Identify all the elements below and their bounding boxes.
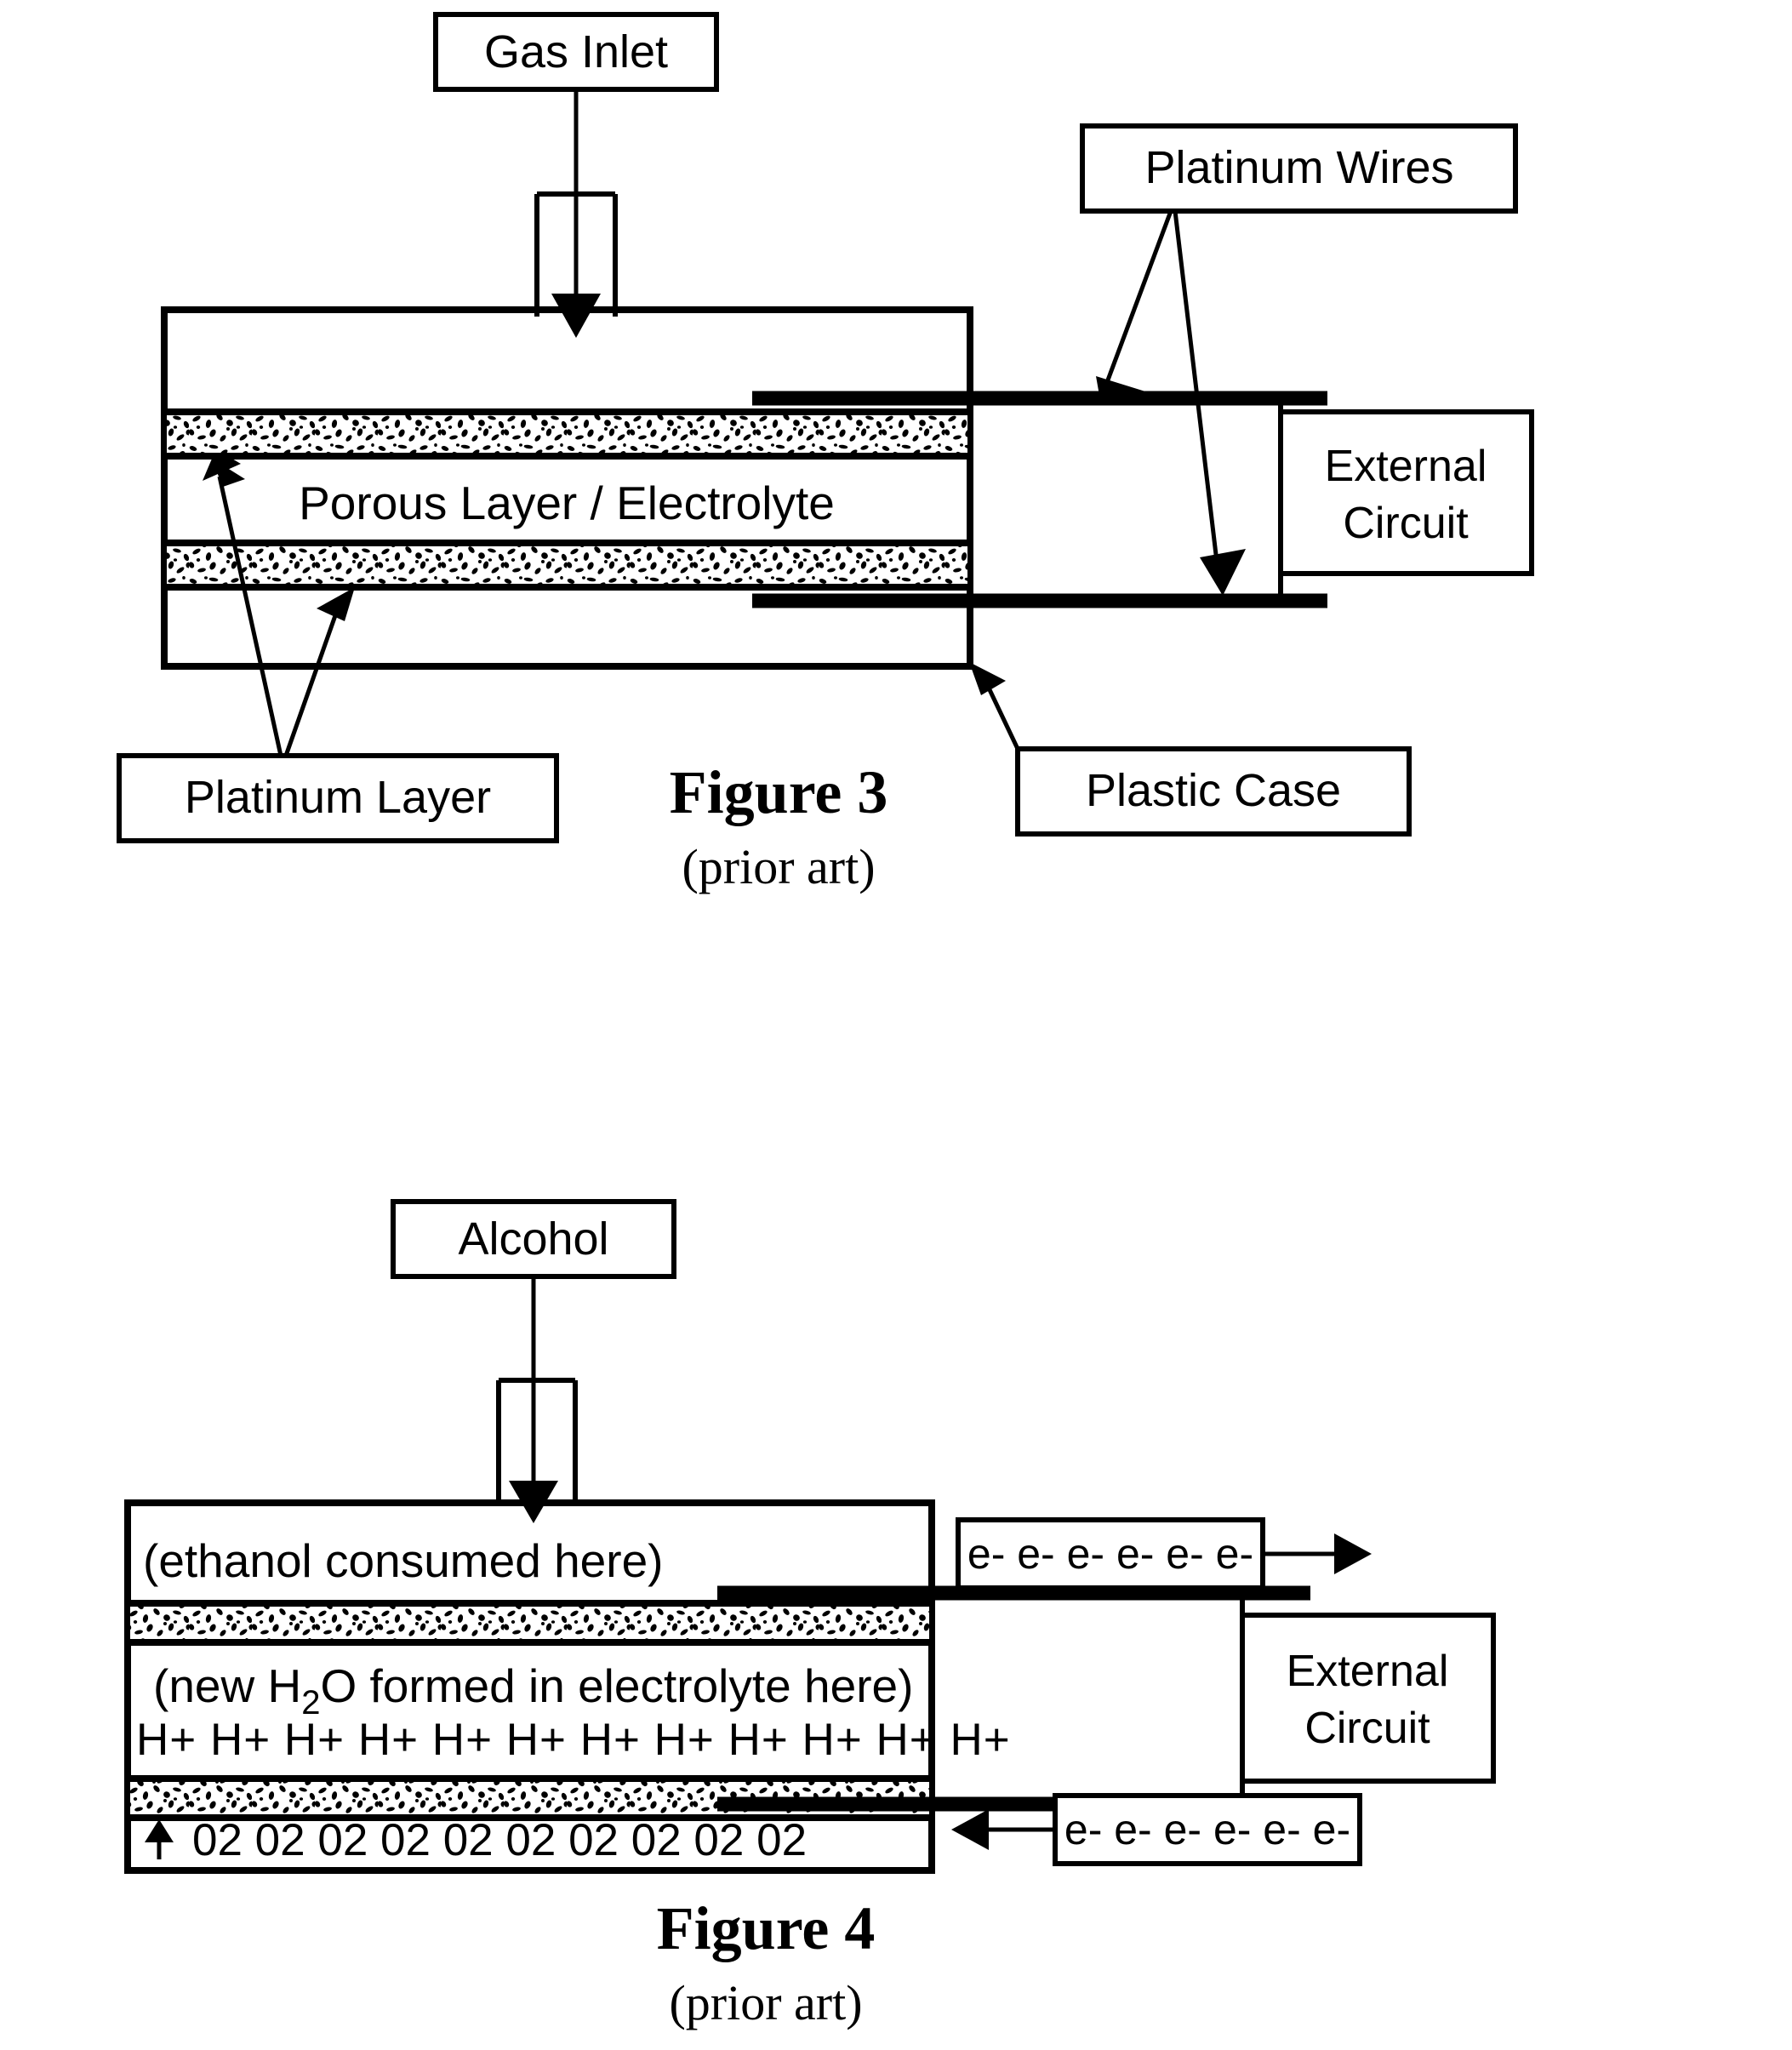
left-arrow-icon (951, 1809, 989, 1850)
external-circuit-label-line2: Circuit (1343, 499, 1469, 548)
alcohol-label-box: Alcohol (391, 1199, 676, 1279)
plastic-case-leader (983, 679, 1020, 751)
figure4-caption-main: Figure 4 (657, 1894, 876, 1962)
electron-flow-out-group: e- e- e- e- e- e- (956, 1517, 1372, 1590)
porous-layer-label: Porous Layer / Electrolyte (299, 477, 835, 529)
up-arrow-icon-oxygen (145, 1819, 174, 1859)
platinum-layer-leader-upper (217, 476, 283, 757)
figures-canvas: Gas Inlet Porous Layer / Electrolyte Ext… (117, 12, 1534, 2030)
arrow-pointer-icon-lower-wire (1200, 549, 1246, 596)
external-circuit-label-line1: External (1325, 442, 1487, 491)
anode-note-label: (ethanol consumed here) (143, 1534, 663, 1587)
plastic-case-label: Plastic Case (1086, 765, 1341, 816)
platinum-layer-label: Platinum Layer (185, 772, 491, 823)
platinum-layer-leader-lower (283, 605, 341, 757)
electron-row-bottom-label: e- e- e- e- e- e- (1064, 1806, 1350, 1853)
right-arrow-icon (1334, 1533, 1372, 1574)
figure4-caption-sub: (prior art) (669, 1975, 862, 2030)
external-circuit-label-line2-fig4: Circuit (1304, 1704, 1430, 1753)
figure-4-group: Alcohol (ethanol consumed here) (new H2O… (124, 1199, 1496, 2030)
alcohol-label: Alcohol (458, 1213, 608, 1265)
figure3-caption-main: Figure 3 (670, 758, 888, 826)
platinum-layer-label-box: Platinum Layer (117, 753, 559, 843)
arrow-pointer-icon-case (969, 662, 1006, 695)
platinum-wires-label-box: Platinum Wires (1080, 123, 1518, 214)
figure3-caption-sub: (prior art) (682, 839, 875, 894)
plastic-case-label-box: Plastic Case (1015, 746, 1412, 837)
patent-figure-sheet: Gas Inlet Porous Layer / Electrolyte Ext… (0, 0, 1792, 2050)
gas-inlet-label: Gas Inlet (484, 26, 668, 77)
platinum-wires-leader-lower (1173, 210, 1219, 562)
external-circuit-label-line1-fig4: External (1287, 1647, 1449, 1696)
external-circuit-box-fig3 (1278, 409, 1534, 576)
electron-row-top-label: e- e- e- e- e- e- (967, 1530, 1253, 1578)
platinum-layer-upper (167, 412, 967, 456)
arrow-pointer-icon-lower-layer (317, 587, 355, 621)
oxygen-row-label: 02 02 02 02 02 02 02 02 02 02 (192, 1815, 807, 1865)
down-arrow-icon (551, 294, 601, 338)
oxygen-row-text: 02 02 02 02 02 02 02 02 02 02 (192, 1815, 807, 1865)
figure-3-group: Gas Inlet Porous Layer / Electrolyte Ext… (117, 12, 1534, 894)
electrolyte-note-label: (new H2O formed in electrolyte here) (153, 1659, 913, 1722)
platinum-wires-label: Platinum Wires (1144, 142, 1453, 193)
gas-inlet-label-box: Gas Inlet (433, 12, 719, 92)
platinum-layer-upper-fig4 (130, 1603, 929, 1642)
external-circuit-box-fig4 (1240, 1613, 1496, 1784)
electrolyte-note-post: O formed in electrolyte here) (320, 1659, 913, 1712)
platinum-wires-leader-upper (1104, 210, 1173, 385)
platinum-layer-lower (167, 543, 967, 587)
proton-row-label: H+ H+ H+ H+ H+ H+ H+ H+ H+ H+ H+ H+ (136, 1715, 1011, 1765)
electrolyte-note-pre: (new H (153, 1659, 301, 1712)
